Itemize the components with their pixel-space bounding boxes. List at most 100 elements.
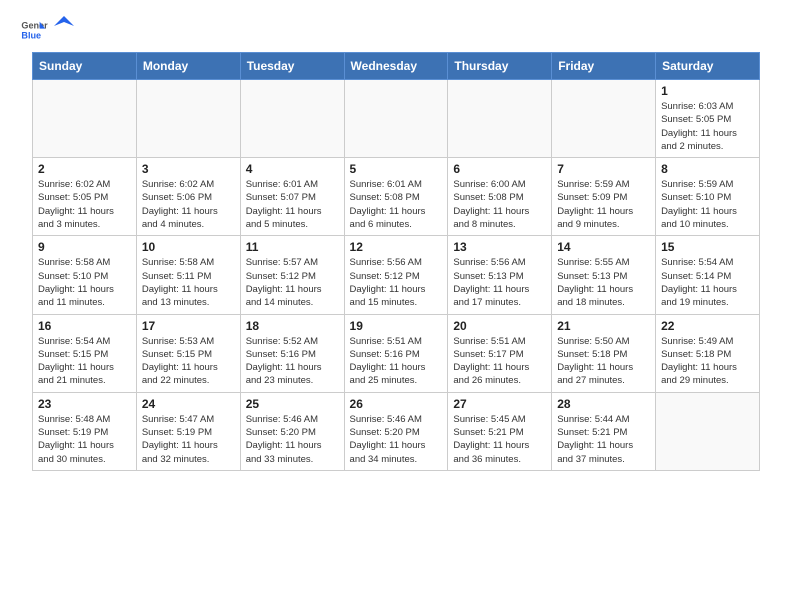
day-number: 13 [453, 240, 546, 254]
calendar-day-cell: 7Sunrise: 5:59 AM Sunset: 5:09 PM Daylig… [552, 158, 656, 236]
calendar-day-cell: 4 Sunrise: 6:01 AM Sunset: 5:07 PM Daylig… [240, 158, 344, 236]
day-info: Sunrise: 5:54 AM Sunset: 5:14 PM Dayligh… [661, 256, 754, 309]
weekday-header-friday: Friday [552, 53, 656, 80]
day-number: 1 [661, 84, 754, 98]
day-info: Sunrise: 6:00 AM Sunset: 5:08 PM Dayligh… [453, 178, 546, 231]
calendar-day-cell [344, 80, 448, 158]
calendar-day-cell: 2 Sunrise: 6:02 AM Sunset: 5:05 PM Daylig… [33, 158, 137, 236]
calendar-day-cell: 16 Sunrise: 5:54 AM Sunset: 5:15 PM Dayli… [33, 314, 137, 392]
calendar-week-row: 23 Sunrise: 5:48 AM Sunset: 5:19 PM Dayli… [33, 392, 760, 470]
calendar-day-cell [448, 80, 552, 158]
day-info: Sunrise: 5:57 AM Sunset: 5:12 PM Dayligh… [246, 256, 339, 309]
calendar-day-cell: 28 Sunrise: 5:44 AM Sunset: 5:21 PM Dayli… [552, 392, 656, 470]
calendar-day-cell [552, 80, 656, 158]
calendar-day-cell: 23 Sunrise: 5:48 AM Sunset: 5:19 PM Dayli… [33, 392, 137, 470]
day-number: 27 [453, 397, 546, 411]
day-info: Sunrise: 5:46 AM Sunset: 5:20 PM Dayligh… [246, 413, 339, 466]
day-info: Sunrise: 5:46 AM Sunset: 5:20 PM Dayligh… [350, 413, 443, 466]
day-number: 21 [557, 319, 650, 333]
day-info: Sunrise: 5:59 AM Sunset: 5:10 PM Dayligh… [661, 178, 754, 231]
weekday-header-sunday: Sunday [33, 53, 137, 80]
day-number: 3 [142, 162, 235, 176]
calendar-day-cell: 24 Sunrise: 5:47 AM Sunset: 5:19 PM Dayli… [136, 392, 240, 470]
day-number: 18 [246, 319, 339, 333]
calendar-day-cell: 14Sunrise: 5:55 AM Sunset: 5:13 PM Dayli… [552, 236, 656, 314]
day-number: 9 [38, 240, 131, 254]
day-number: 11 [246, 240, 339, 254]
day-number: 14 [557, 240, 650, 254]
weekday-header-row: SundayMondayTuesdayWednesdayThursdayFrid… [33, 53, 760, 80]
calendar-day-cell: 19 Sunrise: 5:51 AM Sunset: 5:16 PM Dayli… [344, 314, 448, 392]
calendar-day-cell [136, 80, 240, 158]
weekday-header-saturday: Saturday [656, 53, 760, 80]
calendar-day-cell [656, 392, 760, 470]
day-number: 28 [557, 397, 650, 411]
day-number: 12 [350, 240, 443, 254]
weekday-header-monday: Monday [136, 53, 240, 80]
calendar-wrap: SundayMondayTuesdayWednesdayThursdayFrid… [0, 52, 792, 483]
logo-icon: General Blue [20, 16, 48, 44]
day-number: 16 [38, 319, 131, 333]
logo-chevron-icon [54, 16, 74, 36]
calendar-week-row: 2 Sunrise: 6:02 AM Sunset: 5:05 PM Daylig… [33, 158, 760, 236]
calendar-day-cell: 3 Sunrise: 6:02 AM Sunset: 5:06 PM Daylig… [136, 158, 240, 236]
day-info: Sunrise: 5:47 AM Sunset: 5:19 PM Dayligh… [142, 413, 235, 466]
calendar-day-cell: 17 Sunrise: 5:53 AM Sunset: 5:15 PM Dayli… [136, 314, 240, 392]
calendar-day-cell: 20Sunrise: 5:51 AM Sunset: 5:17 PM Dayli… [448, 314, 552, 392]
day-info: Sunrise: 5:45 AM Sunset: 5:21 PM Dayligh… [453, 413, 546, 466]
weekday-header-wednesday: Wednesday [344, 53, 448, 80]
day-number: 10 [142, 240, 235, 254]
calendar-day-cell: 9 Sunrise: 5:58 AM Sunset: 5:10 PM Daylig… [33, 236, 137, 314]
day-info: Sunrise: 5:49 AM Sunset: 5:18 PM Dayligh… [661, 335, 754, 388]
day-number: 23 [38, 397, 131, 411]
day-number: 26 [350, 397, 443, 411]
calendar-week-row: 16 Sunrise: 5:54 AM Sunset: 5:15 PM Dayli… [33, 314, 760, 392]
day-info: Sunrise: 6:01 AM Sunset: 5:07 PM Dayligh… [246, 178, 339, 231]
day-info: Sunrise: 5:50 AM Sunset: 5:18 PM Dayligh… [557, 335, 650, 388]
logo: General Blue [20, 16, 74, 44]
day-number: 4 [246, 162, 339, 176]
day-info: Sunrise: 5:44 AM Sunset: 5:21 PM Dayligh… [557, 413, 650, 466]
day-number: 6 [453, 162, 546, 176]
calendar-day-cell: 21 Sunrise: 5:50 AM Sunset: 5:18 PM Dayli… [552, 314, 656, 392]
day-number: 7 [557, 162, 650, 176]
day-number: 2 [38, 162, 131, 176]
day-info: Sunrise: 6:02 AM Sunset: 5:05 PM Dayligh… [38, 178, 131, 231]
weekday-header-thursday: Thursday [448, 53, 552, 80]
calendar-week-row: 9 Sunrise: 5:58 AM Sunset: 5:10 PM Daylig… [33, 236, 760, 314]
day-info: Sunrise: 5:52 AM Sunset: 5:16 PM Dayligh… [246, 335, 339, 388]
calendar-day-cell: 27 Sunrise: 5:45 AM Sunset: 5:21 PM Dayli… [448, 392, 552, 470]
day-info: Sunrise: 5:58 AM Sunset: 5:10 PM Dayligh… [38, 256, 131, 309]
calendar-table: SundayMondayTuesdayWednesdayThursdayFrid… [32, 52, 760, 471]
calendar-day-cell: 22 Sunrise: 5:49 AM Sunset: 5:18 PM Dayli… [656, 314, 760, 392]
svg-text:General: General [21, 21, 48, 31]
day-number: 24 [142, 397, 235, 411]
day-info: Sunrise: 5:48 AM Sunset: 5:19 PM Dayligh… [38, 413, 131, 466]
calendar-day-cell [33, 80, 137, 158]
page: General Blue SundayMondayTuesdayWednesda… [0, 0, 792, 612]
header: General Blue [0, 0, 792, 52]
calendar-day-cell: 10 Sunrise: 5:58 AM Sunset: 5:11 PM Dayli… [136, 236, 240, 314]
day-info: Sunrise: 5:54 AM Sunset: 5:15 PM Dayligh… [38, 335, 131, 388]
calendar-day-cell: 11 Sunrise: 5:57 AM Sunset: 5:12 PM Dayli… [240, 236, 344, 314]
day-info: Sunrise: 5:51 AM Sunset: 5:16 PM Dayligh… [350, 335, 443, 388]
calendar-day-cell: 12Sunrise: 5:56 AM Sunset: 5:12 PM Dayli… [344, 236, 448, 314]
calendar-week-row: 1 Sunrise: 6:03 AM Sunset: 5:05 PM Daylig… [33, 80, 760, 158]
day-info: Sunrise: 5:51 AM Sunset: 5:17 PM Dayligh… [453, 335, 546, 388]
day-info: Sunrise: 6:03 AM Sunset: 5:05 PM Dayligh… [661, 100, 754, 153]
day-info: Sunrise: 6:02 AM Sunset: 5:06 PM Dayligh… [142, 178, 235, 231]
day-number: 25 [246, 397, 339, 411]
day-info: Sunrise: 5:58 AM Sunset: 5:11 PM Dayligh… [142, 256, 235, 309]
day-number: 5 [350, 162, 443, 176]
day-info: Sunrise: 5:56 AM Sunset: 5:13 PM Dayligh… [453, 256, 546, 309]
calendar-day-cell: 15 Sunrise: 5:54 AM Sunset: 5:14 PM Dayli… [656, 236, 760, 314]
calendar-day-cell: 6 Sunrise: 6:00 AM Sunset: 5:08 PM Daylig… [448, 158, 552, 236]
day-number: 15 [661, 240, 754, 254]
day-number: 17 [142, 319, 235, 333]
day-info: Sunrise: 6:01 AM Sunset: 5:08 PM Dayligh… [350, 178, 443, 231]
calendar-day-cell: 13 Sunrise: 5:56 AM Sunset: 5:13 PM Dayli… [448, 236, 552, 314]
day-number: 19 [350, 319, 443, 333]
day-info: Sunrise: 5:53 AM Sunset: 5:15 PM Dayligh… [142, 335, 235, 388]
day-number: 22 [661, 319, 754, 333]
calendar-day-cell: 5 Sunrise: 6:01 AM Sunset: 5:08 PM Daylig… [344, 158, 448, 236]
